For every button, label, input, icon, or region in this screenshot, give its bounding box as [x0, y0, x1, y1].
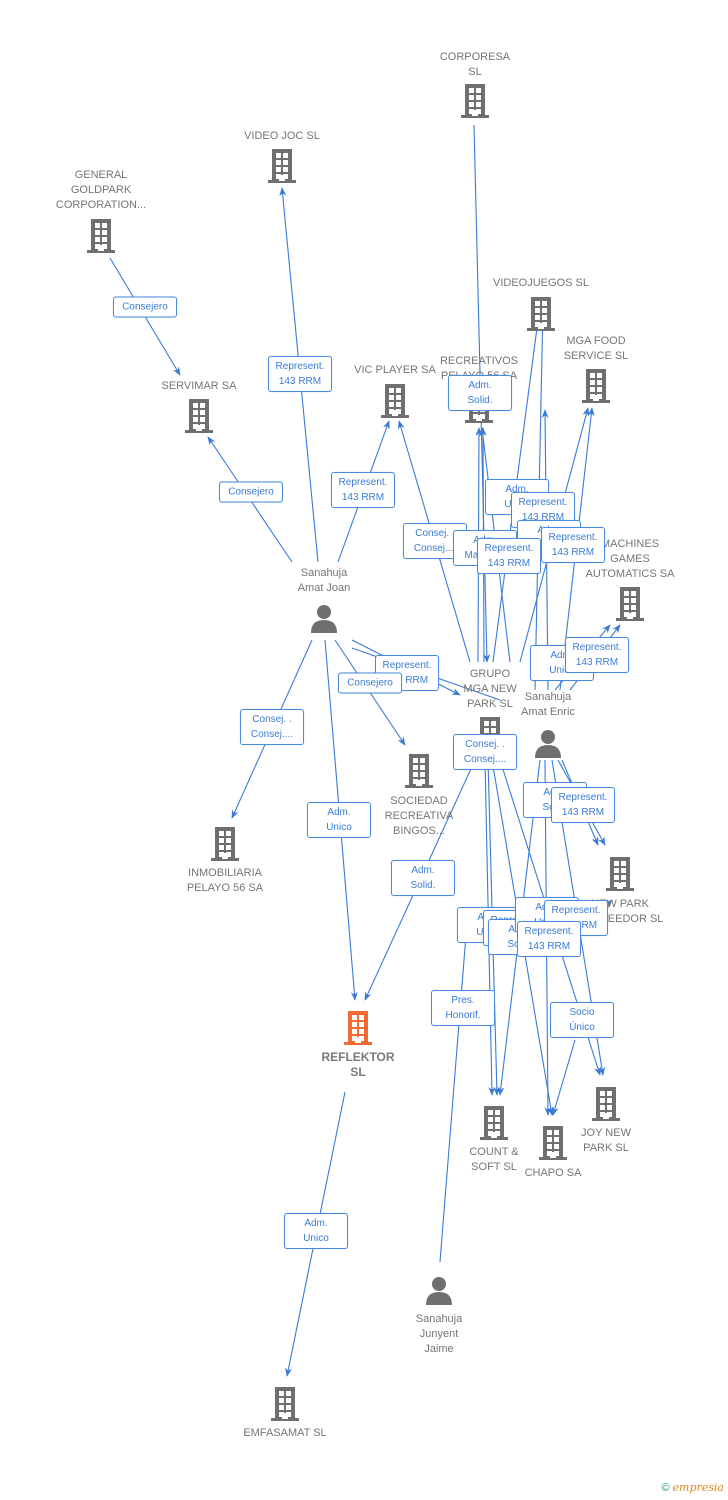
node-label-joan[interactable]: Sanahuja Amat Joan — [259, 566, 389, 596]
relation-edge — [551, 1039, 576, 1116]
building-icon[interactable] — [579, 367, 613, 408]
building-icon[interactable] — [208, 825, 242, 866]
building-icon[interactable] — [402, 752, 436, 793]
building-icon[interactable] — [378, 382, 412, 423]
relation-label[interactable]: Consejero — [219, 481, 283, 503]
node-label-jaime[interactable]: Sanahuja Junyent Jaime — [374, 1312, 504, 1357]
node-label-emfasamat[interactable]: EMFASAMAT SL — [220, 1426, 350, 1441]
relation-label[interactable]: Represent. 143 RRM — [268, 356, 332, 392]
relation-label[interactable]: Adm. Unico — [284, 1213, 348, 1249]
building-icon[interactable] — [524, 295, 558, 336]
building-icon[interactable] — [603, 855, 637, 896]
node-label-mga_food[interactable]: MGA FOOD SERVICE SL — [531, 334, 661, 364]
relation-label[interactable]: Socio Único — [550, 1002, 614, 1038]
relation-label[interactable]: Consejero — [338, 672, 402, 694]
relation-label[interactable]: Consejero — [113, 296, 177, 318]
relation-label[interactable]: Consej. . Consej.... — [453, 734, 517, 770]
node-label-sociedad[interactable]: SOCIEDAD RECREATIVA BINGOS... — [354, 794, 484, 839]
relation-label[interactable]: Adm. Solid. — [448, 375, 512, 411]
building-icon[interactable] — [613, 585, 647, 626]
node-label-video_joc[interactable]: VIDEO JOC SL — [217, 129, 347, 144]
relation-label[interactable]: Represent. 143 RRM — [551, 787, 615, 823]
building-icon[interactable] — [265, 147, 299, 188]
footer-brand: © empresia — [661, 1481, 724, 1494]
relation-label[interactable]: Pres. Honorif. — [431, 990, 495, 1026]
relation-label[interactable]: Represent. 143 RRM — [541, 527, 605, 563]
person-icon[interactable] — [309, 603, 339, 638]
node-label-joy[interactable]: JOY NEW PARK SL — [541, 1126, 671, 1156]
building-icon[interactable] — [477, 1104, 511, 1145]
node-label-general_goldpark[interactable]: GENERAL GOLDPARK CORPORATION... — [36, 168, 166, 213]
relation-label[interactable]: Represent. 143 RRM — [477, 538, 541, 574]
node-label-servimar[interactable]: SERVIMAR SA — [134, 379, 264, 394]
relation-label[interactable]: Represent. 143 RRM — [565, 637, 629, 673]
node-label-reflektor[interactable]: REFLEKTOR SL — [293, 1050, 423, 1080]
relation-label[interactable]: Adm. Unico — [307, 802, 371, 838]
relation-label[interactable]: Represent. 143 RRM — [331, 472, 395, 508]
brand-logo-text: empresia — [672, 1481, 724, 1494]
relation-label[interactable]: Represent. 143 RRM — [517, 921, 581, 957]
relation-label[interactable]: Consej. . Consej.... — [240, 709, 304, 745]
person-icon[interactable] — [424, 1275, 454, 1310]
building-icon[interactable] — [268, 1385, 302, 1426]
node-label-corporesa[interactable]: CORPORESA SL — [410, 50, 540, 80]
node-label-vic_player[interactable]: VIC PLAYER SA — [330, 363, 460, 378]
building-icon[interactable] — [84, 217, 118, 258]
node-label-enric[interactable]: Sanahuja Amat Enric — [483, 690, 613, 720]
building-icon[interactable] — [182, 397, 216, 438]
building-icon[interactable] — [589, 1085, 623, 1126]
node-label-chapo[interactable]: CHAPO SA — [488, 1166, 618, 1181]
node-label-inmobiliaria[interactable]: INMOBILIARIA PELAYO 56 SA — [160, 866, 290, 896]
building-icon[interactable] — [458, 82, 492, 123]
copyright-symbol: © — [661, 1482, 670, 1494]
building-icon[interactable] — [341, 1009, 375, 1050]
relation-edge — [439, 934, 467, 1263]
person-icon[interactable] — [533, 728, 563, 763]
network-diagram: © empresia CORPORESA SL VIDEO JOC SL GENER… — [0, 0, 728, 1500]
relation-label[interactable]: Adm. Solid. — [391, 860, 455, 896]
node-label-videojuegos[interactable]: VIDEOJUEGOS SL — [476, 276, 606, 291]
